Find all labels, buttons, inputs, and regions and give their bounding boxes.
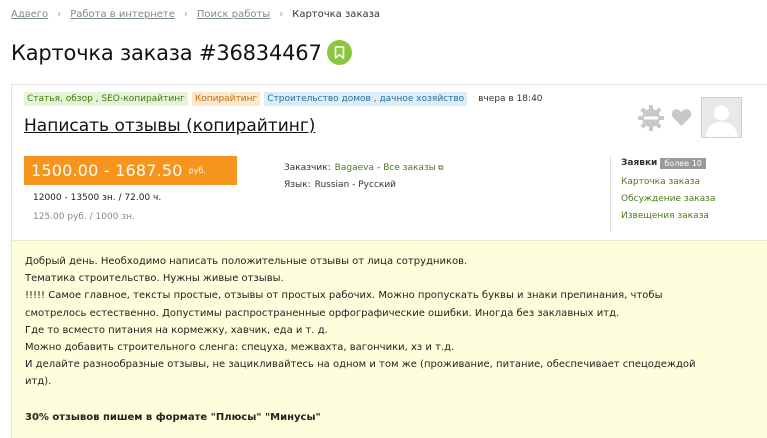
breadcrumb-separator: › (279, 9, 284, 20)
order-discussion-link[interactable]: Обсуждение заказа (621, 194, 715, 204)
description-line: Добрый день. Необходимо написать положит… (25, 256, 468, 267)
breadcrumb-link-search[interactable]: Поиск работы (197, 9, 270, 20)
breadcrumb-current: Карточка заказа (292, 9, 381, 20)
order-side-panel: Заявки более 10 Карточка заказа Обсужден… (610, 156, 715, 232)
description-line: И делайте разнообразные отзывы, не зацик… (25, 359, 696, 371)
breadcrumb: Адвего › Работа в интернете › Поиск рабо… (11, 9, 380, 20)
language-line: Язык: Russian - Русский (284, 176, 444, 193)
tag-type[interactable]: Копирайтинг (191, 92, 261, 106)
tag-category[interactable]: Статья, обзор , SEO-копирайтинг (24, 92, 188, 106)
price-badge: 1500.00 - 1687.50 руб. (24, 156, 237, 185)
customer-name-link[interactable]: Bagaeva (335, 163, 374, 173)
order-notifications-link[interactable]: Извещения заказа (621, 211, 715, 221)
description-line: Можно добавить строительного сленга: спе… (25, 342, 455, 354)
breadcrumb-link-work[interactable]: Работа в интернете (70, 9, 175, 20)
price-rate: 125.00 руб. / 1000 зн. (33, 212, 135, 222)
customer-line: Заказчик: Bagaeva - Все заказы ⧉ (284, 159, 444, 176)
breadcrumb-separator: › (183, 9, 188, 20)
applications-count-badge: более 10 (660, 157, 706, 169)
category-tags: Статья, обзор , SEO-копирайтинг Копирайт… (24, 92, 543, 106)
description-line: !!!!! Самое главное, тексты простые, отз… (25, 290, 663, 302)
breadcrumb-separator: › (57, 9, 62, 20)
applications-label: Заявки (621, 158, 658, 168)
all-orders-link[interactable]: Все заказы (383, 163, 436, 173)
applications-row: Заявки более 10 (621, 156, 715, 170)
description-line: Где то всместо питания на кормежку, хавч… (25, 324, 328, 336)
heart-icon[interactable] (671, 108, 692, 127)
external-link-icon[interactable]: ⧉ (438, 163, 444, 173)
language-value: Russian - Русский (314, 179, 397, 190)
customer-separator: - (376, 162, 381, 173)
order-card: Статья, обзор , SEO-копирайтинг Копирайт… (11, 84, 767, 438)
description-line: Тематика строительство. Нужны живые отзы… (25, 273, 284, 285)
title-row: Карточка заказа #36834467 (11, 40, 352, 65)
language-label: Язык: (284, 179, 311, 190)
posted-time: вчера в 18:40 (478, 94, 543, 104)
page-title: Карточка заказа #36834467 (11, 40, 322, 65)
bookmark-icon[interactable] (326, 40, 352, 65)
user-avatar-placeholder[interactable] (701, 97, 742, 138)
description-line: итд). (25, 376, 52, 388)
price-chars: 12000 - 13500 зн. / 72.00 ч. (33, 193, 162, 203)
description-line: смотрелось естественно. Допустимы распро… (25, 307, 620, 319)
order-card-link[interactable]: Карточка заказа (621, 177, 715, 187)
breadcrumb-link-advego[interactable]: Адвего (11, 9, 48, 20)
order-title-link[interactable]: Написать отзывы (копирайтинг) (24, 116, 315, 136)
customer-label: Заказчик: (284, 162, 331, 173)
order-info: Заказчик: Bagaeva - Все заказы ⧉ Язык: R… (284, 159, 444, 193)
order-description: Добрый день. Необходимо написать положит… (12, 240, 767, 438)
price-currency: руб. (188, 166, 206, 175)
price-range: 1500.00 - 1687.50 (31, 161, 183, 180)
tag-topic[interactable]: Строительство домов , дачное хозяйство (264, 92, 468, 106)
gear-icon[interactable] (637, 104, 665, 132)
description-bold-line: 30% отзывов пишем в формате "Плюсы" "Мин… (25, 411, 321, 423)
order-actions (637, 97, 742, 138)
